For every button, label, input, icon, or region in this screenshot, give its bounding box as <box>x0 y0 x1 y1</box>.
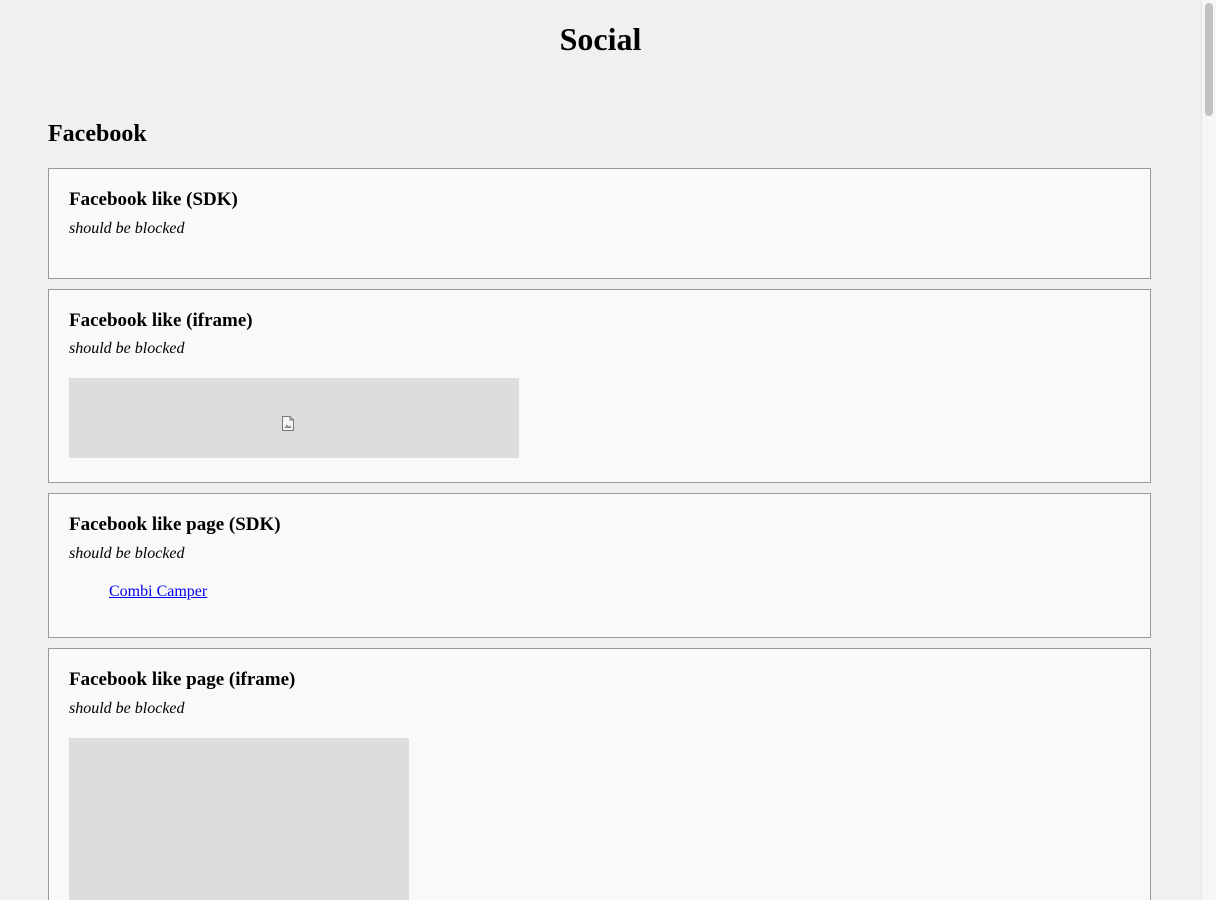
test-card-facebook-like-iframe: Facebook like (iframe) should be blocked <box>48 289 1151 483</box>
blocked-iframe-placeholder <box>69 738 409 900</box>
card-title: Facebook like page (iframe) <box>69 669 296 690</box>
vertical-scrollbar[interactable] <box>1201 0 1216 900</box>
page-content: Social Facebook Facebook like (SDK) shou… <box>0 0 1201 900</box>
card-title: Facebook like (SDK) <box>69 189 238 210</box>
page-title: Social <box>559 21 642 57</box>
card-status-note: should be blocked <box>69 545 185 562</box>
test-card-facebook-like-page-sdk: Facebook like page (SDK) should be block… <box>48 493 1151 638</box>
combi-camper-link[interactable]: Combi Camper <box>109 582 207 602</box>
test-card-facebook-like-sdk: Facebook like (SDK) should be blocked <box>48 168 1151 279</box>
card-status-note: should be blocked <box>69 340 185 357</box>
broken-image-icon <box>282 416 294 431</box>
card-status-note: should be blocked <box>69 700 185 717</box>
blocked-iframe-placeholder <box>69 378 519 458</box>
scrollbar-thumb[interactable] <box>1205 3 1213 116</box>
card-title: Facebook like (iframe) <box>69 310 253 331</box>
card-status-note: should be blocked <box>69 220 185 237</box>
test-card-facebook-like-page-iframe: Facebook like page (iframe) should be bl… <box>48 648 1151 900</box>
section-title-facebook: Facebook <box>48 121 147 147</box>
card-title: Facebook like page (SDK) <box>69 514 281 535</box>
